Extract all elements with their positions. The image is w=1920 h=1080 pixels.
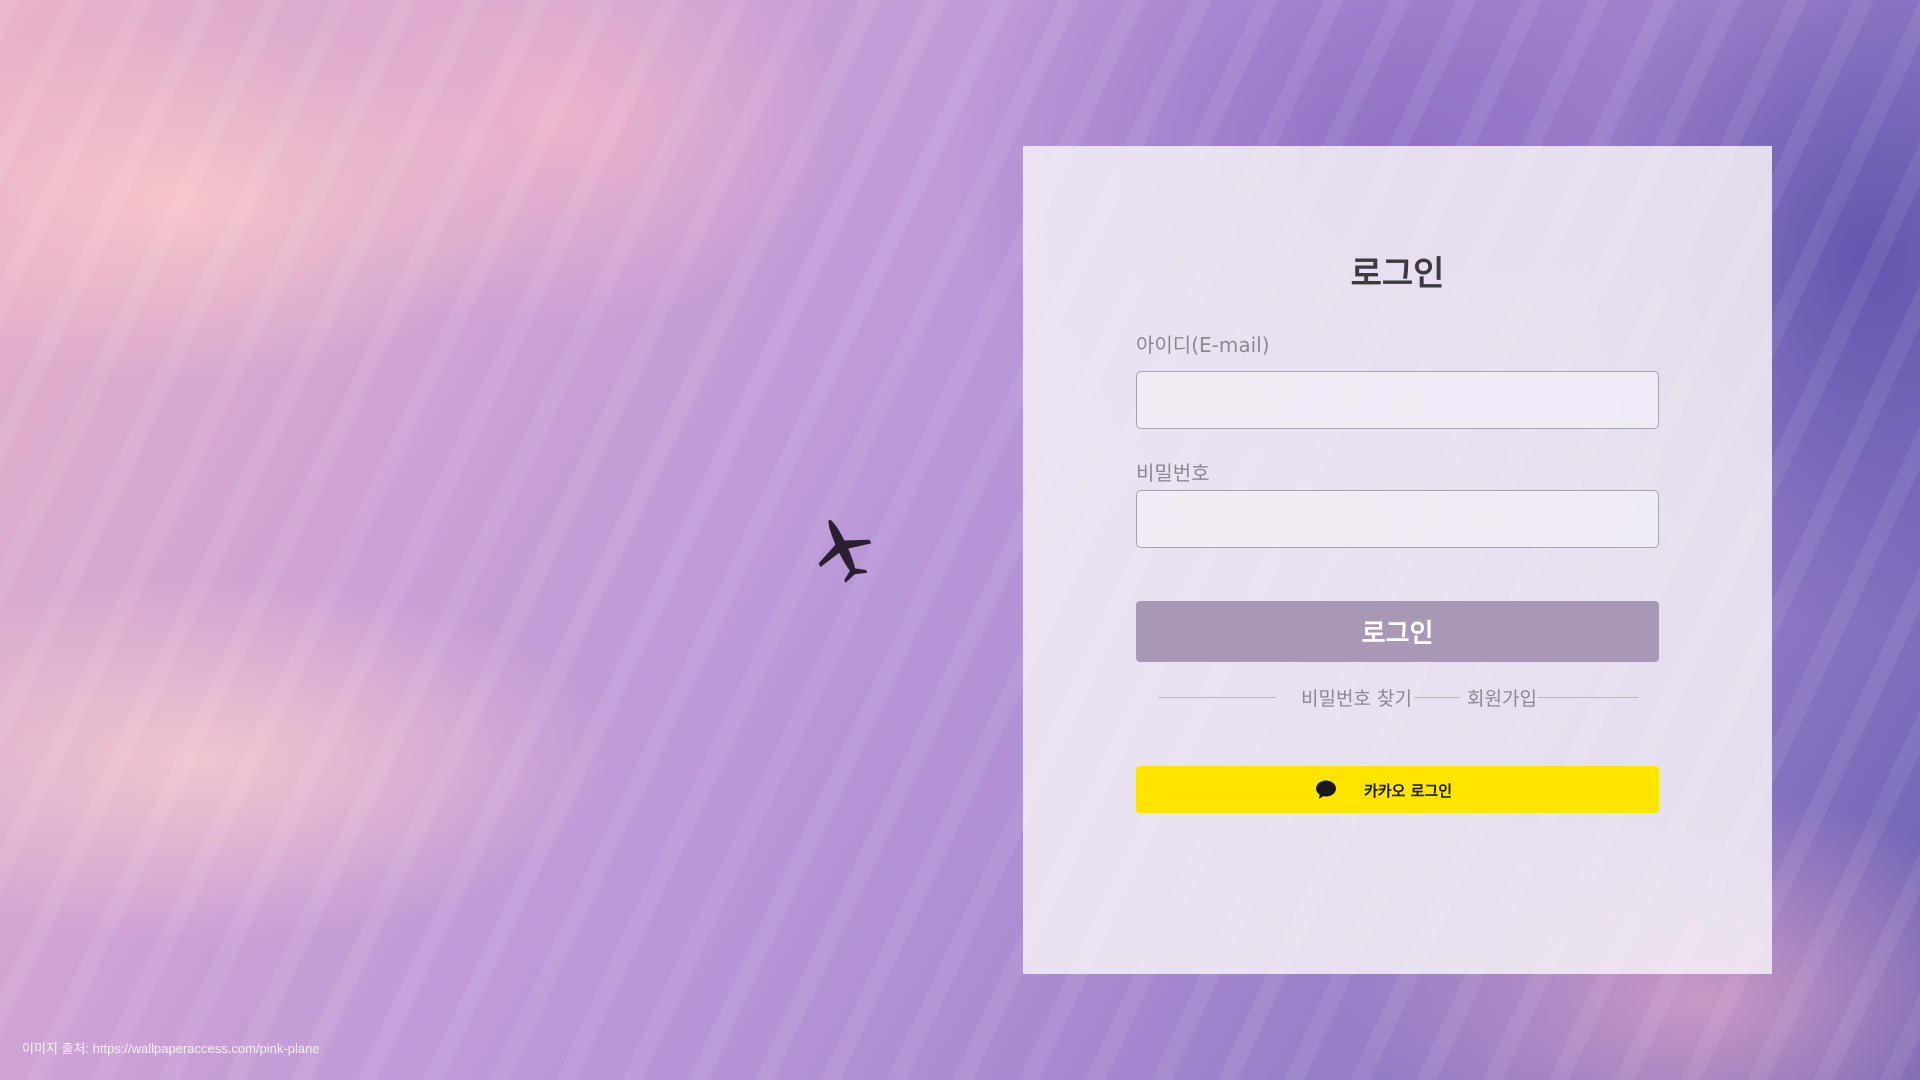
signup-link[interactable]: 회원가입 [1467,684,1537,711]
email-field[interactable] [1136,371,1659,429]
divider-line [1158,697,1276,698]
image-credit: 이미지 출처: https://wallpaperaccess.com/pink… [22,1041,320,1056]
find-password-link[interactable]: 비밀번호 찾기 [1301,684,1412,711]
kakao-login-label: 카카오 로그인 [1364,782,1453,800]
kakao-login-button[interactable]: 카카오 로그인 [1136,766,1659,813]
divider-line [1538,697,1638,698]
password-field[interactable] [1136,490,1659,548]
airplane-silhouette [818,519,872,583]
login-button[interactable]: 로그인 [1136,601,1659,662]
page-title: 로그인 [1350,254,1445,294]
divider-line [1414,697,1460,698]
password-label: 비밀번호 [1136,461,1210,485]
id-label: 아이디(E-mail) [1136,333,1270,357]
speech-bubble-icon [1316,780,1336,799]
account-links: 비밀번호 찾기 회원가입 [1158,682,1638,712]
login-card: 로그인 아이디(E-mail) 비밀번호 로그인 비밀번호 찾기 회원가입 카카… [1023,146,1772,974]
